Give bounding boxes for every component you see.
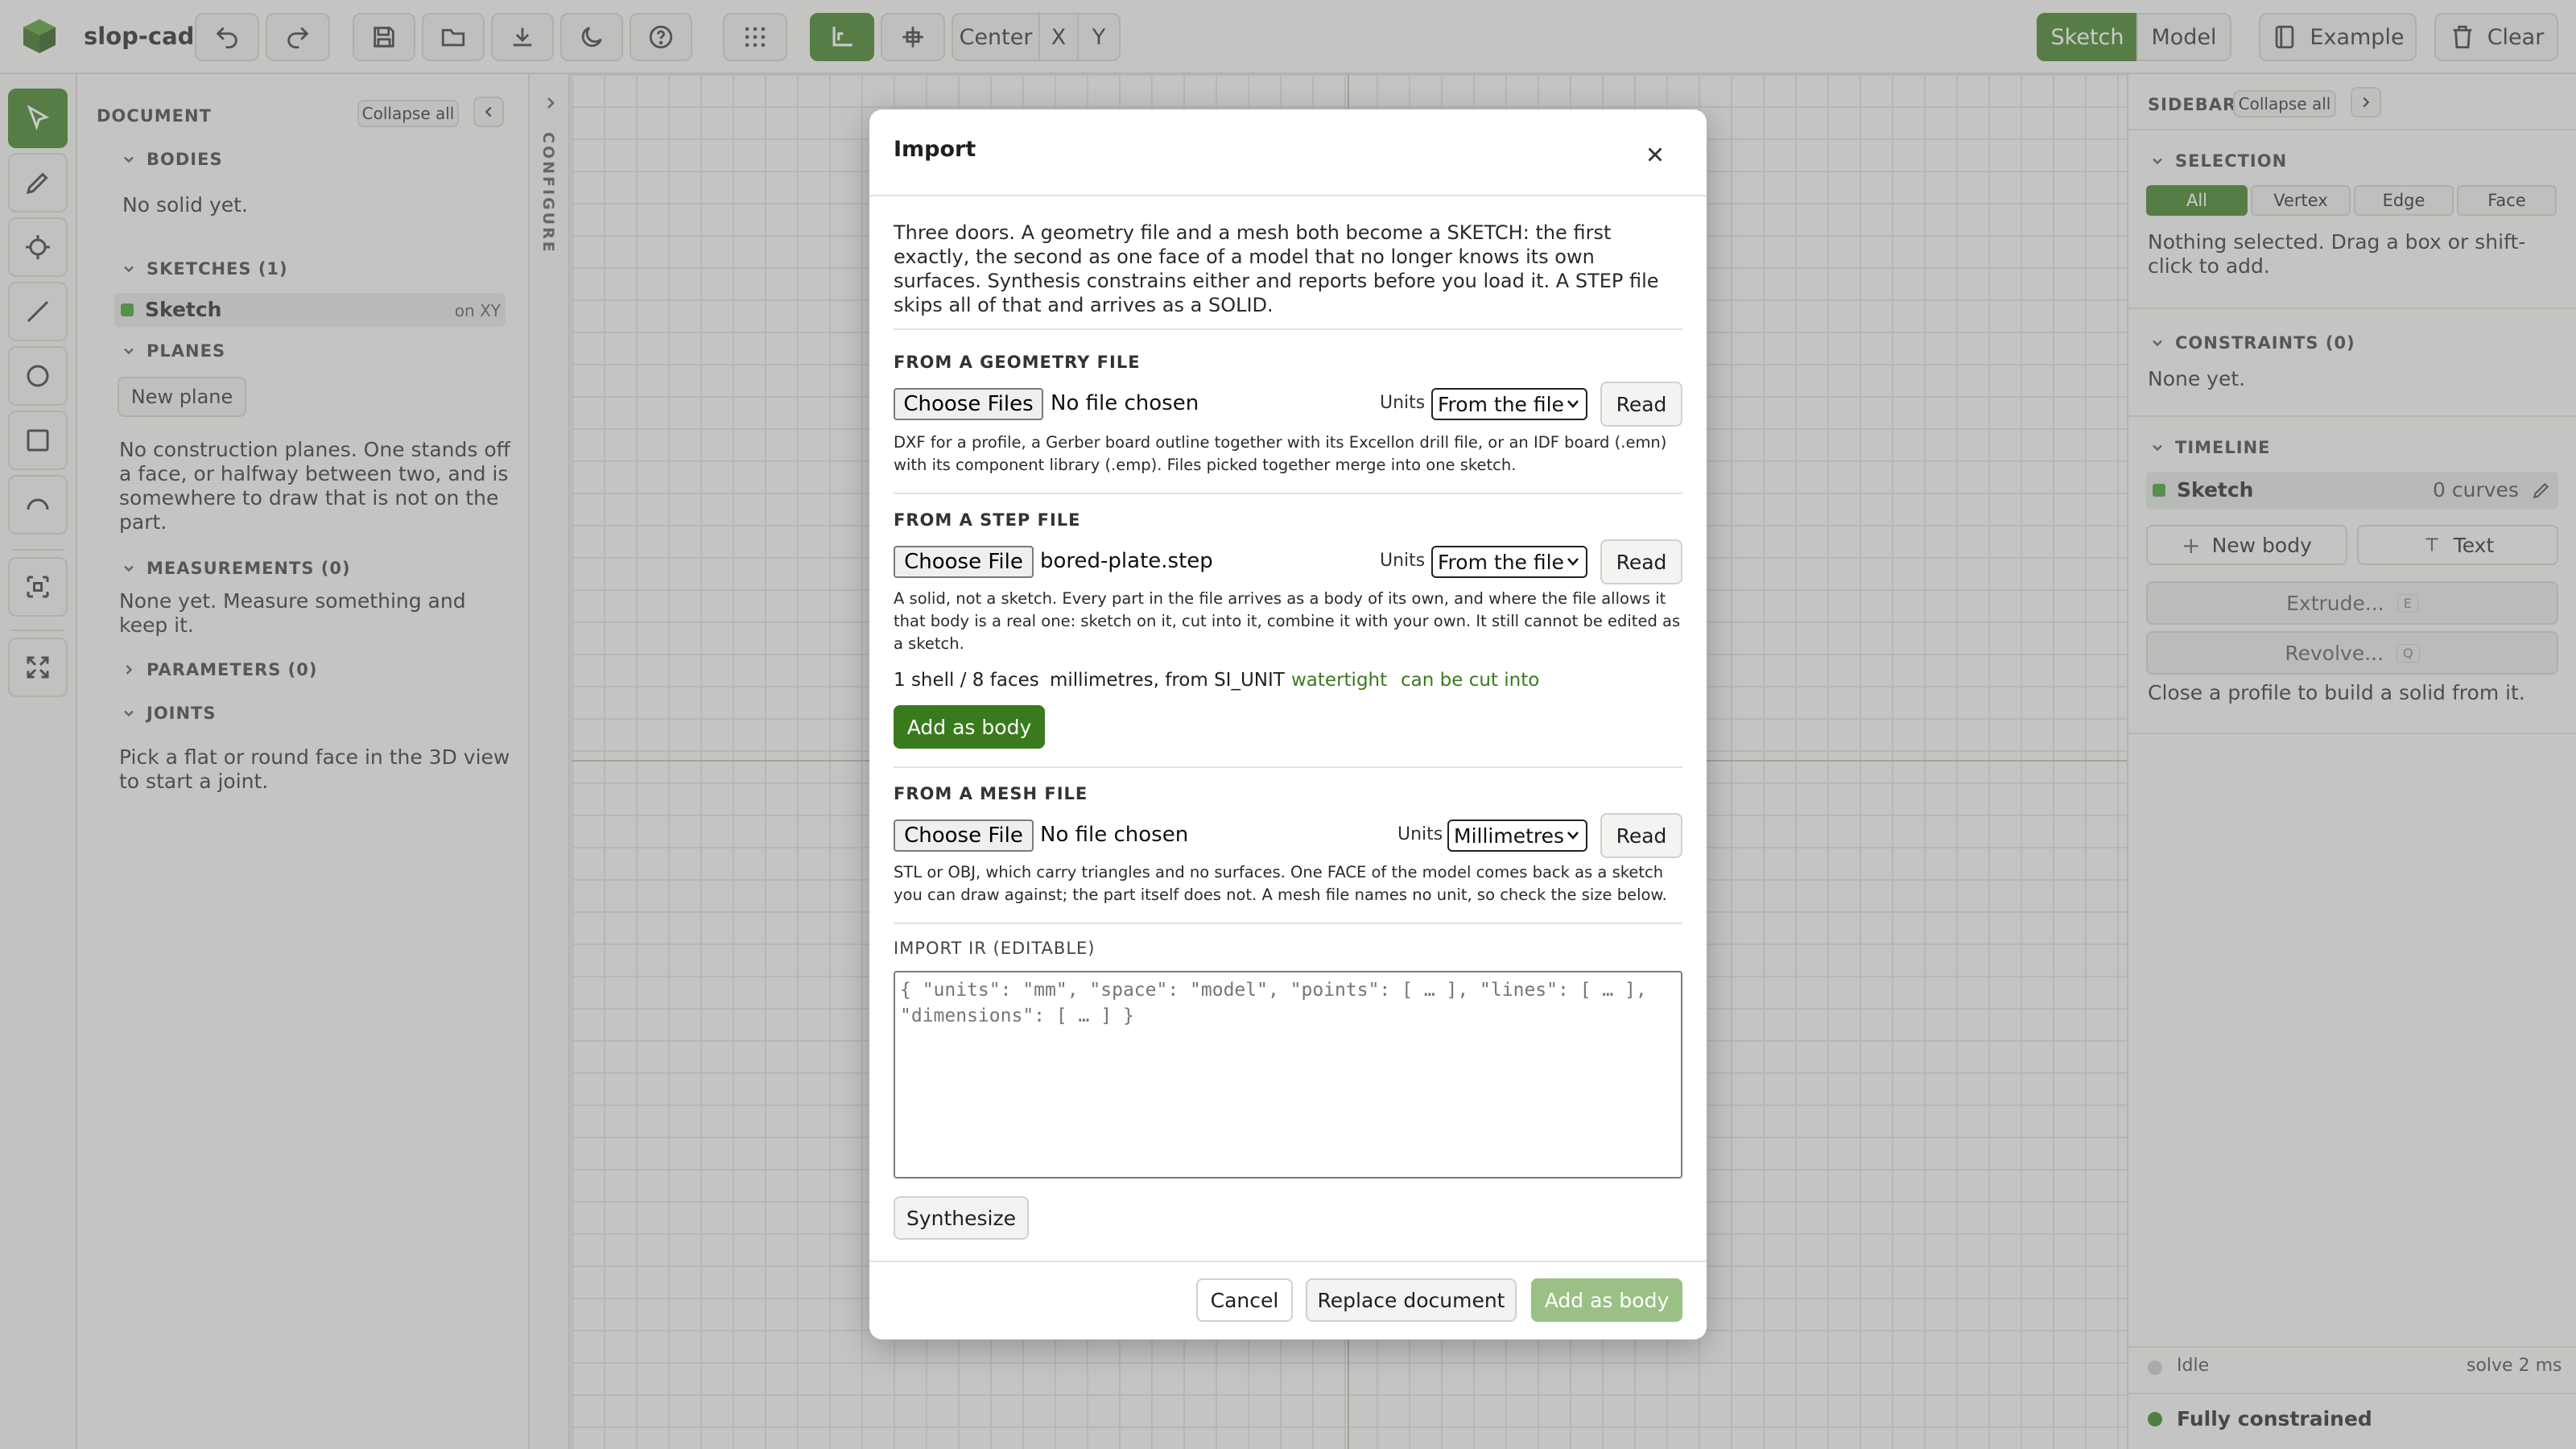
- section-divider: [894, 766, 1682, 768]
- section-divider: [894, 493, 1682, 494]
- mesh-units-value: Millimetres: [1454, 824, 1565, 848]
- chevron-down-icon: [1567, 832, 1579, 840]
- cancel-button[interactable]: Cancel: [1196, 1278, 1293, 1322]
- geometry-description: DXF for a profile, a Gerber board outlin…: [894, 433, 1667, 474]
- geometry-units-label: Units: [1380, 393, 1426, 413]
- geometry-choose-files-button[interactable]: Choose Files: [894, 388, 1043, 420]
- step-read-button[interactable]: Read: [1600, 539, 1682, 584]
- import-ir-textarea[interactable]: [894, 971, 1682, 1179]
- step-file-name: bored-plate.step: [1040, 549, 1213, 573]
- mesh-description: STL or OBJ, which carry triangles and no…: [894, 863, 1667, 904]
- step-add-as-body-button[interactable]: Add as body: [894, 705, 1045, 749]
- step-units-label: Units: [1380, 551, 1426, 571]
- step-stats: 1 shell / 8 faces: [894, 670, 1039, 691]
- section-divider: [894, 328, 1682, 330]
- mesh-header: FROM A MESH FILE: [894, 784, 1088, 803]
- step-choose-file-button[interactable]: Choose File: [894, 546, 1034, 578]
- close-button[interactable]: [1637, 137, 1673, 172]
- dialog-intro: Three doors. A geometry file and a mesh …: [894, 221, 1659, 316]
- section-divider: [894, 923, 1682, 924]
- geometry-units-select[interactable]: From the file: [1431, 388, 1587, 420]
- synthesize-button[interactable]: Synthesize: [894, 1196, 1029, 1240]
- mesh-file-name: No file chosen: [1040, 823, 1189, 847]
- step-header: FROM A STEP FILE: [894, 510, 1081, 530]
- watertight-badge: watertight: [1291, 670, 1388, 691]
- add-as-body-button[interactable]: Add as body: [1531, 1278, 1682, 1322]
- mesh-choose-file-button[interactable]: Choose File: [894, 819, 1034, 852]
- dialog-divider: [869, 195, 1707, 196]
- geometry-file-name: No file chosen: [1051, 391, 1199, 415]
- geometry-read-button[interactable]: Read: [1600, 382, 1682, 427]
- dialog-footer-divider: [869, 1261, 1707, 1262]
- chevron-down-icon: [1567, 400, 1579, 408]
- chevron-down-icon: [1567, 558, 1579, 566]
- mesh-units-label: Units: [1397, 824, 1443, 844]
- step-units-value: From the file: [1438, 550, 1564, 574]
- dialog-title: Import: [894, 137, 976, 162]
- step-units-info: millimetres, from SI_UNIT: [1050, 670, 1285, 691]
- step-description: A solid, not a sketch. Every part in the…: [894, 589, 1681, 653]
- mesh-read-button[interactable]: Read: [1600, 813, 1682, 858]
- close-icon: [1648, 147, 1662, 162]
- geometry-header: FROM A GEOMETRY FILE: [894, 353, 1141, 372]
- import-ir-label: IMPORT IR (EDITABLE): [894, 939, 1096, 958]
- import-dialog: Import Three doors. A geometry file and …: [869, 109, 1707, 1340]
- step-units-select[interactable]: From the file: [1431, 546, 1587, 578]
- geometry-units-value: From the file: [1438, 392, 1564, 416]
- cuttable-badge: can be cut into: [1401, 670, 1540, 691]
- replace-document-button[interactable]: Replace document: [1306, 1278, 1517, 1322]
- mesh-units-select[interactable]: Millimetres: [1447, 819, 1587, 852]
